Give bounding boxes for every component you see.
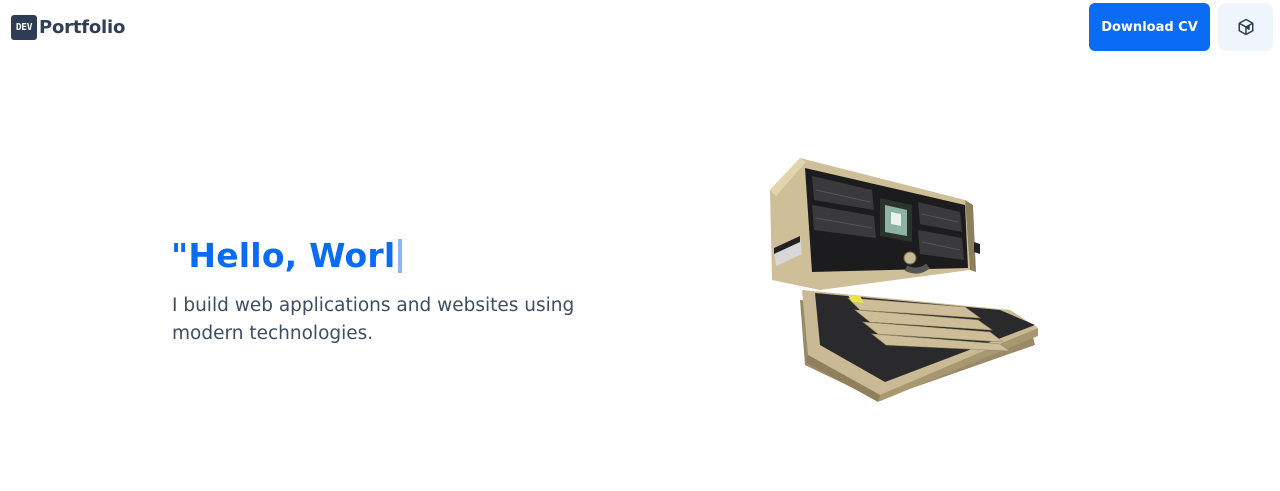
logo-text: Portfolio (39, 17, 126, 38)
logo-badge: DEV (11, 15, 37, 40)
retro-computer-model[interactable] (760, 150, 1050, 410)
hero-title: "Hello, Worl (171, 236, 403, 275)
cube-icon (1238, 18, 1253, 36)
hero-subtitle: I build web applications and websites us… (172, 295, 575, 344)
3d-view-toggle-button[interactable] (1218, 3, 1273, 51)
logo[interactable]: DEV Portfolio (11, 15, 125, 40)
typing-cursor (398, 238, 403, 273)
hero-title-text: "Hello, Worl (171, 236, 396, 275)
download-cv-button[interactable]: Download CV (1089, 3, 1210, 51)
